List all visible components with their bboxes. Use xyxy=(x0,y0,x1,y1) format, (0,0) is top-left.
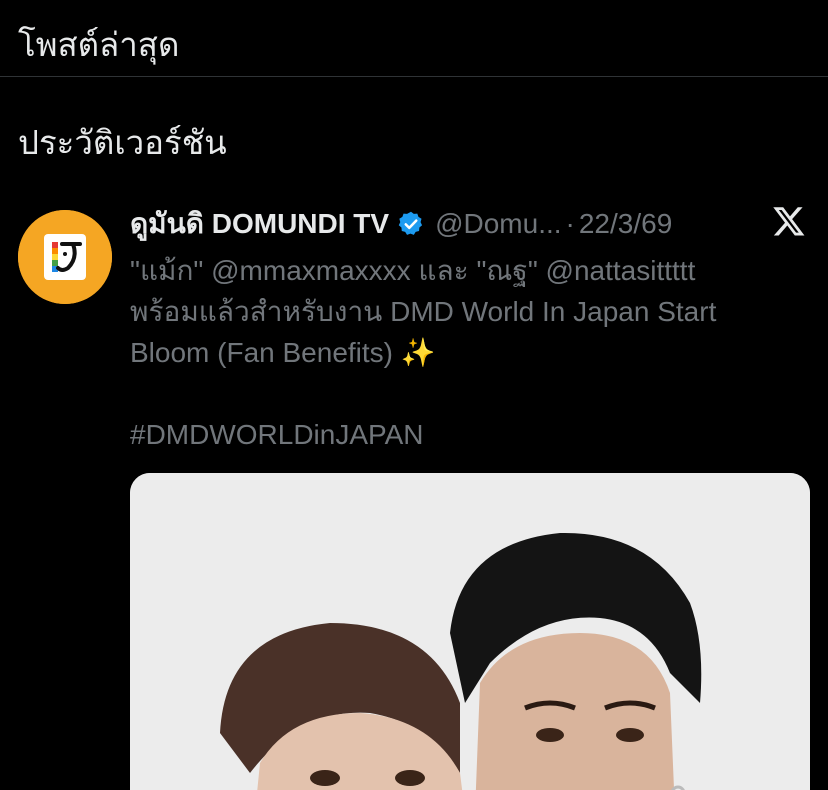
verified-badge-icon xyxy=(397,210,425,238)
post-header: ดูมันดิ DOMUNDI TV @Domu... · 22/3/69 xyxy=(130,204,672,244)
post-text-line-3: Bloom (Fan Benefits) ✨ xyxy=(130,332,800,373)
divider xyxy=(0,76,828,77)
post-text: "แม้ก" @mmaxmaxxxx และ "ณฐ" @nattasitttt… xyxy=(130,250,800,455)
display-name[interactable]: ดูมันดิ DOMUNDI TV xyxy=(130,202,389,246)
post-text-line-3-text: Bloom (Fan Benefits) xyxy=(130,337,393,368)
post-text-line-2: พร้อมแล้วสำหรับงาน DMD World In Japan St… xyxy=(130,296,717,327)
photo-two-men-image xyxy=(130,473,810,790)
post-media-image[interactable] xyxy=(130,473,810,790)
hashtag-link[interactable]: #DMDWORLDinJAPAN xyxy=(130,414,800,455)
user-handle[interactable]: @Domu... xyxy=(435,208,561,240)
post-date[interactable]: 22/3/69 xyxy=(579,208,672,240)
post-text-line-1: "แม้ก" @mmaxmaxxxx และ "ณฐ" @nattasitttt… xyxy=(130,255,696,286)
separator-dot: · xyxy=(565,208,575,239)
domundi-logo-icon[interactable] xyxy=(18,210,112,304)
section-header-latest-posts: โพสต์ล่าสุด xyxy=(18,25,180,64)
x-logo-icon[interactable] xyxy=(772,204,806,238)
version-history-heading: ประวัติเวอร์ชัน xyxy=(18,123,227,162)
sparkle-emoji: ✨ xyxy=(400,337,436,368)
page: โพสต์ล่าสุด ประวัติเวอร์ชัน ดูมันดิ DOMU… xyxy=(0,0,828,790)
